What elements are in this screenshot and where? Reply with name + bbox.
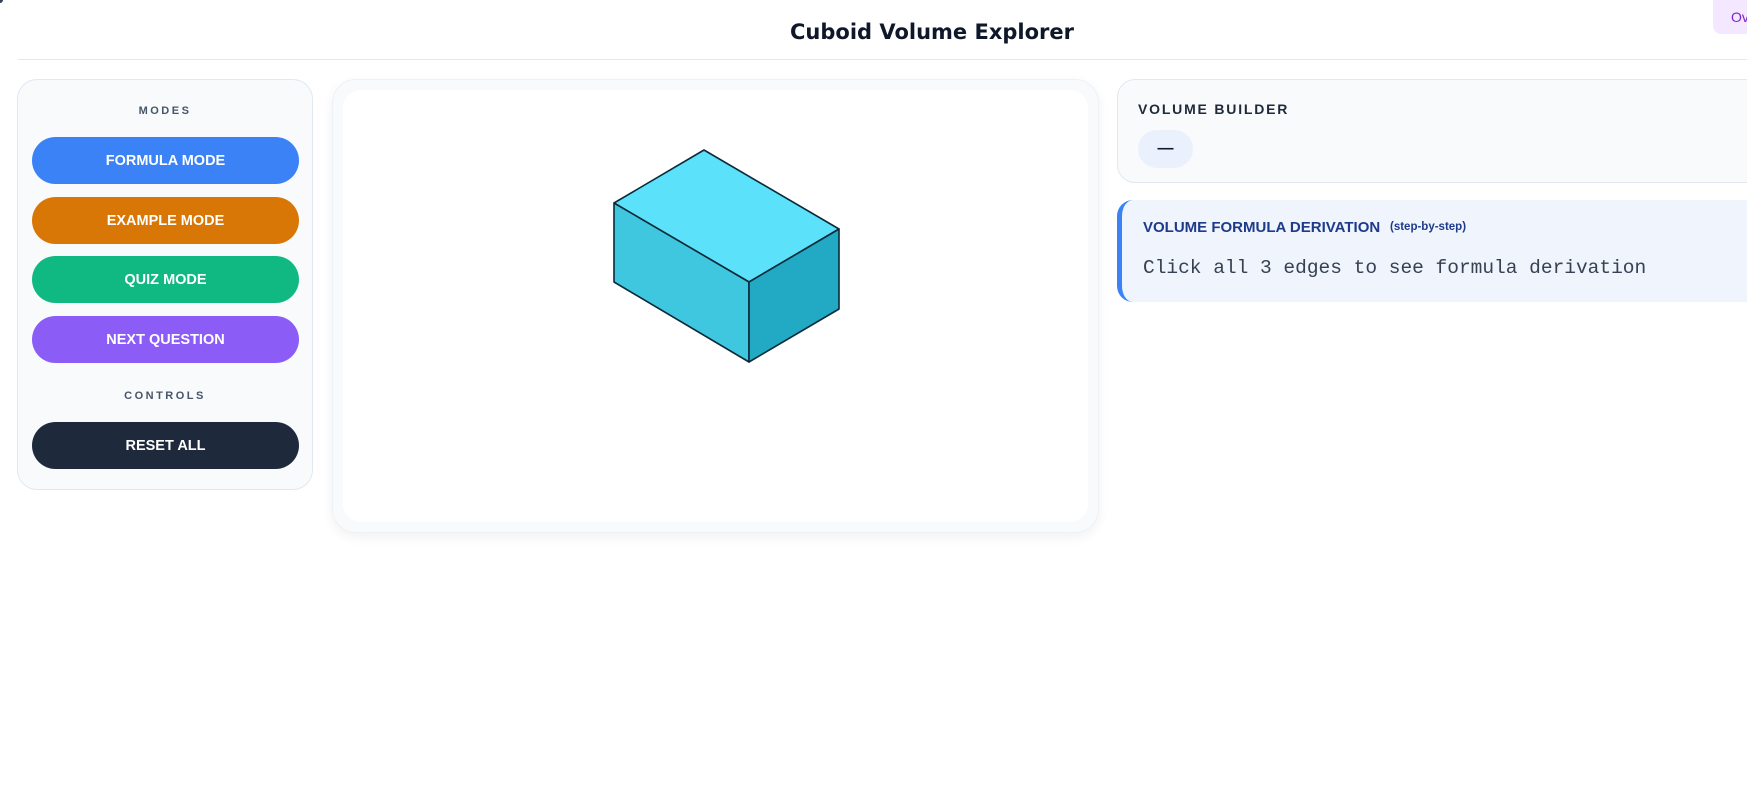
volume-builder-value: — bbox=[1138, 130, 1193, 168]
page-title: Cuboid Volume Explorer bbox=[790, 20, 1074, 44]
cuboid-svg[interactable] bbox=[343, 90, 1088, 522]
corner-dot-icon bbox=[0, 0, 3, 3]
modes-label: MODES bbox=[138, 105, 192, 117]
reset-all-button[interactable]: RESET ALL bbox=[32, 422, 299, 469]
volume-builder-title: VOLUME BUILDER bbox=[1138, 101, 1290, 117]
formula-mode-button[interactable]: FORMULA MODE bbox=[32, 137, 299, 184]
controls-label: CONTROLS bbox=[124, 390, 206, 402]
cuboid-canvas-card bbox=[332, 79, 1099, 533]
cuboid-canvas[interactable] bbox=[343, 90, 1088, 522]
next-question-button[interactable]: NEXT QUESTION bbox=[32, 316, 299, 363]
example-mode-button[interactable]: EXAMPLE MODE bbox=[32, 197, 299, 244]
derivation-subtitle: (step-by-step) bbox=[1390, 221, 1467, 233]
quiz-mode-button[interactable]: QUIZ MODE bbox=[32, 256, 299, 303]
derivation-panel: VOLUME FORMULA DERIVATION (step-by-step)… bbox=[1117, 200, 1747, 302]
derivation-message: Click all 3 edges to see formula derivat… bbox=[1143, 257, 1647, 279]
volume-builder-panel: VOLUME BUILDER — bbox=[1117, 79, 1747, 183]
sidebar: MODES FORMULA MODE EXAMPLE MODE QUIZ MOD… bbox=[17, 79, 313, 490]
overlay-chip[interactable]: Ov bbox=[1713, 0, 1747, 34]
derivation-title: VOLUME FORMULA DERIVATION bbox=[1143, 219, 1381, 236]
